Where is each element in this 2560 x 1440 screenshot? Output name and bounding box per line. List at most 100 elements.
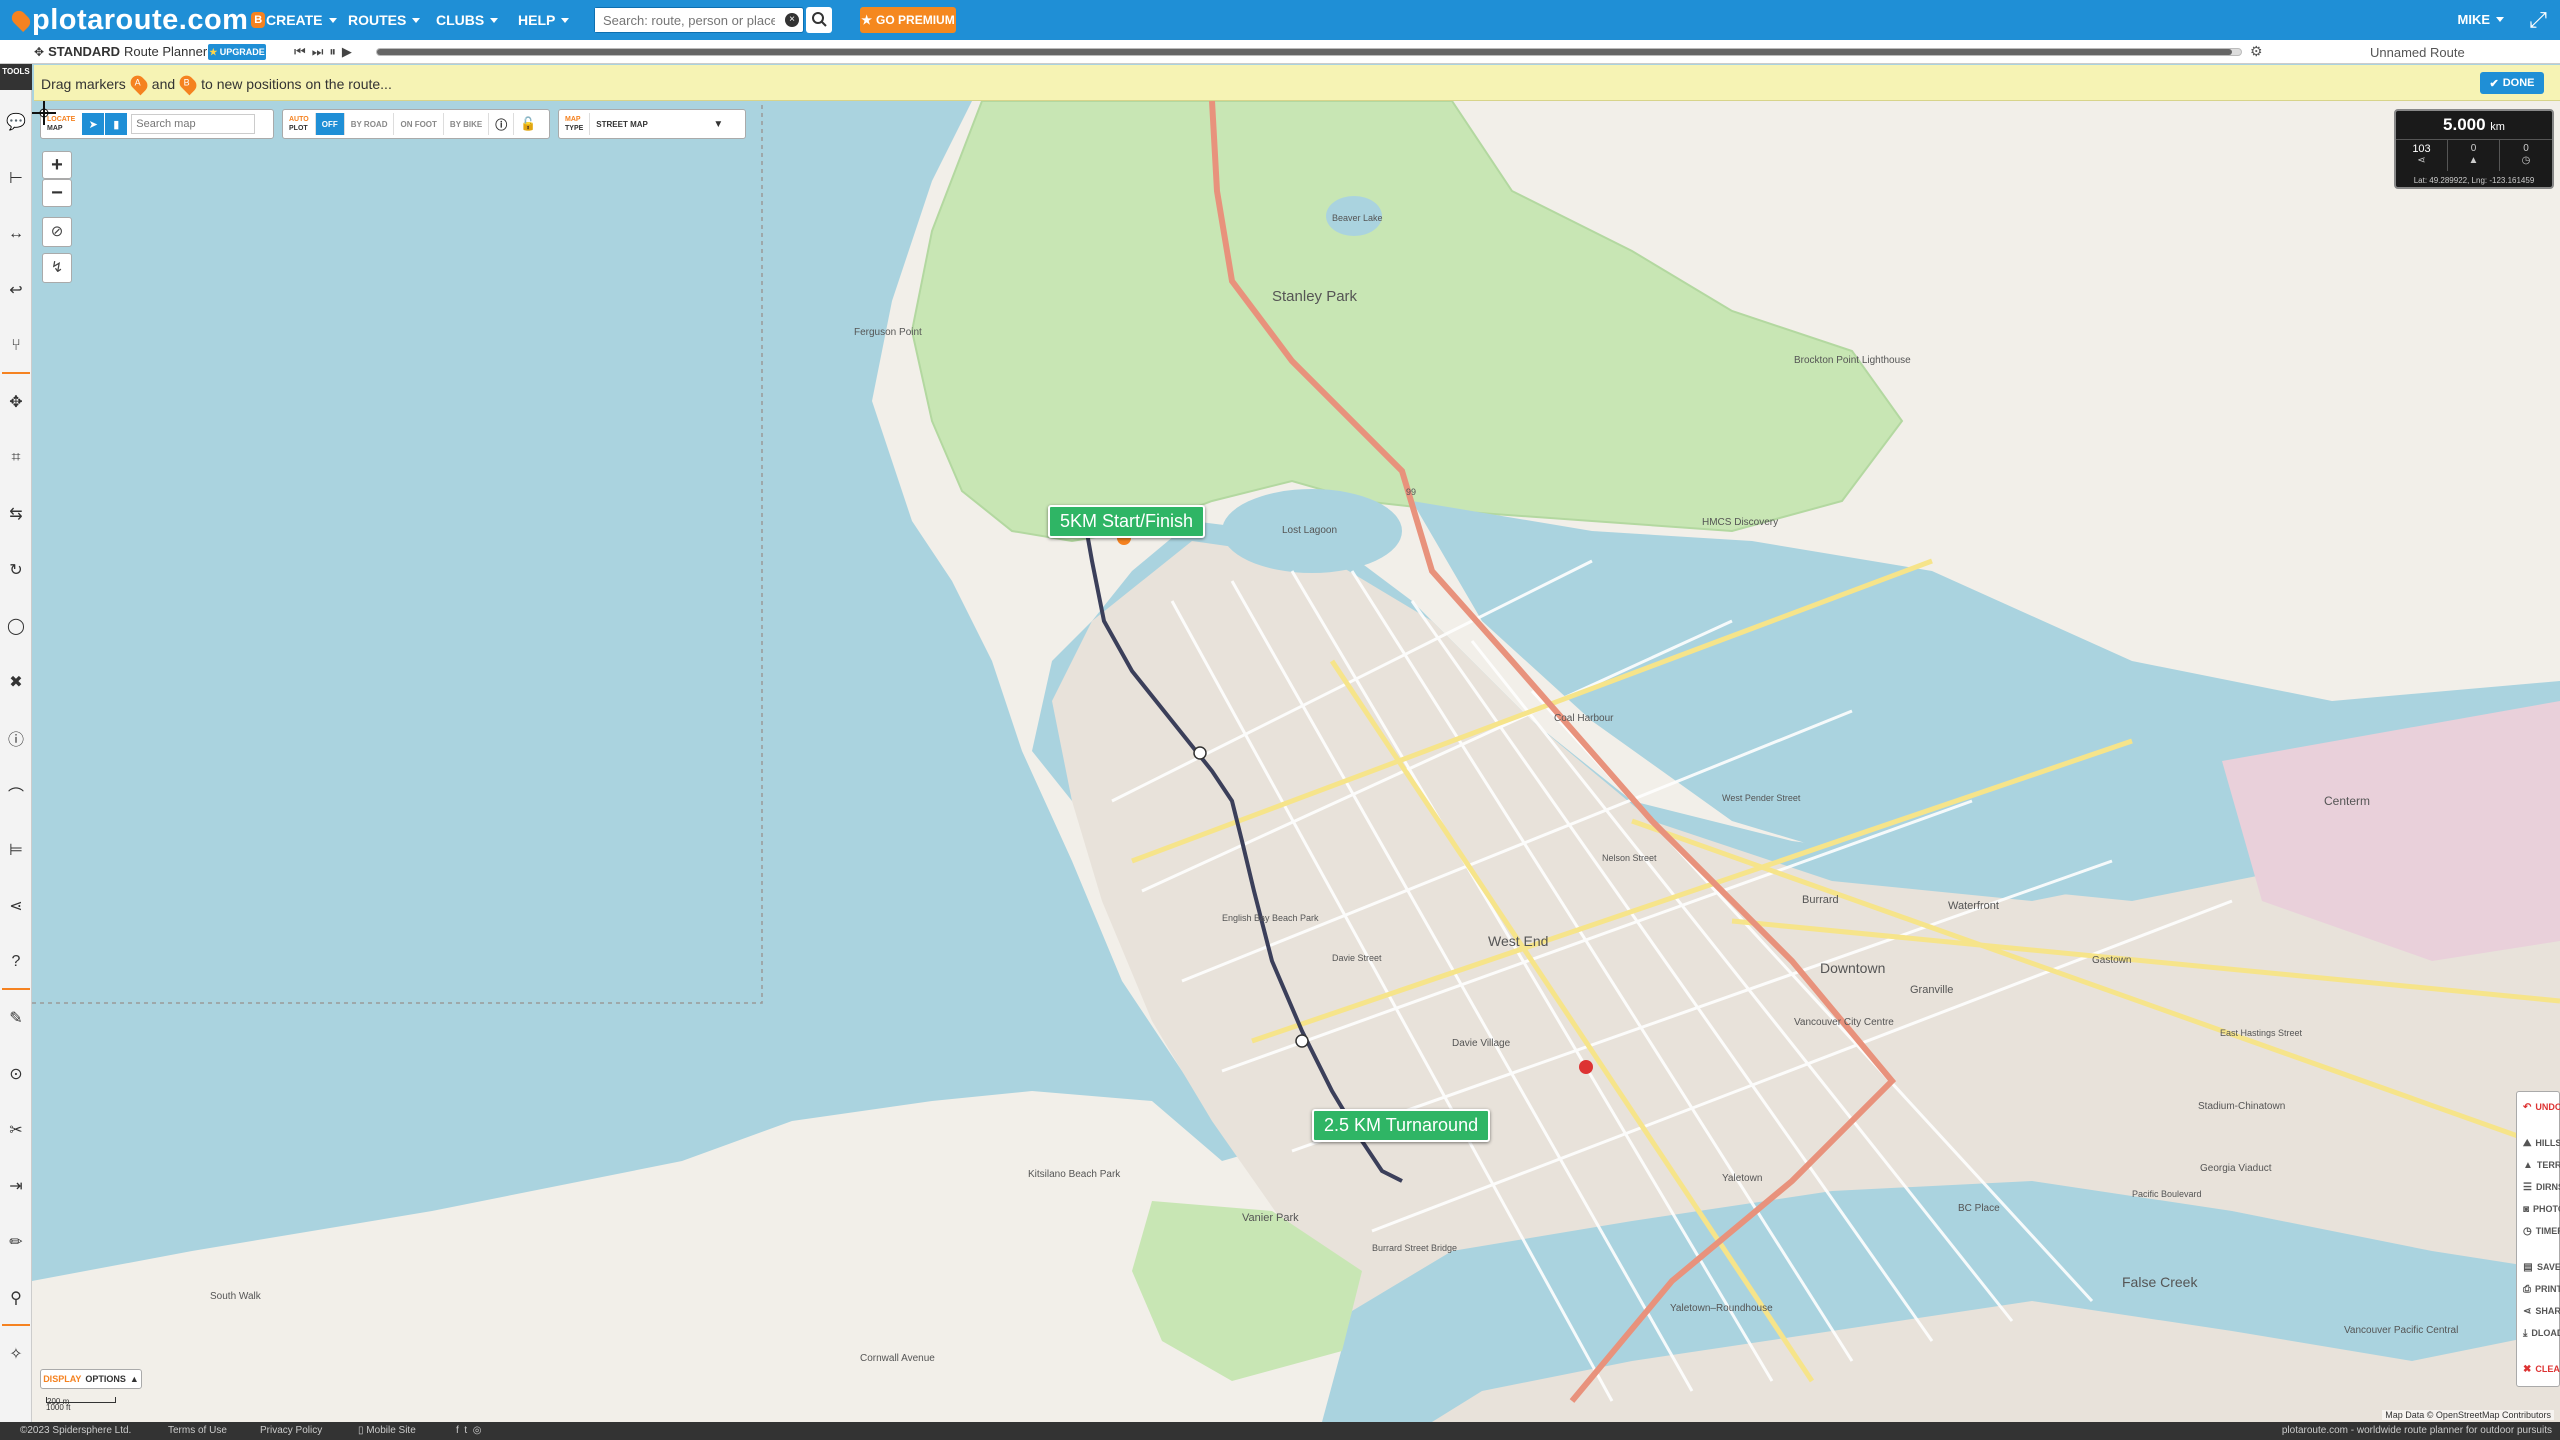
- logo[interactable]: plotaroute.com B: [8, 4, 266, 36]
- crop-icon[interactable]: ⌗: [0, 440, 32, 476]
- map-canvas[interactable]: Stanley Park Ferguson Point Beaver Lake …: [32, 101, 2560, 1422]
- share-icon[interactable]: ⋖: [0, 888, 32, 924]
- loop-icon[interactable]: ↻: [0, 552, 32, 588]
- label-brockton: Brockton Point Lighthouse: [1794, 355, 1911, 366]
- bookmark-icon[interactable]: ▮: [105, 113, 128, 135]
- done-button[interactable]: ✔ DONE: [2480, 72, 2544, 94]
- zoom-in-button[interactable]: +: [42, 151, 72, 179]
- autoplot-off[interactable]: OFF: [314, 113, 344, 135]
- scale-bar: 200 m 1000 ft: [46, 1397, 136, 1417]
- bridge-icon[interactable]: ⌒: [0, 776, 32, 812]
- action-dload[interactable]: ⤓DLOAD: [2517, 1322, 2560, 1344]
- map-attribution[interactable]: Map Data © OpenStreetMap Contributors: [2382, 1410, 2554, 1420]
- caret-down-icon: ▼: [713, 118, 724, 130]
- pause-icon[interactable]: ⏸: [329, 44, 336, 60]
- autoplot-by-bike[interactable]: BY BIKE: [442, 113, 488, 135]
- zoom-out-button[interactable]: −: [42, 179, 72, 207]
- action-share[interactable]: ⋖SHARE: [2517, 1300, 2560, 1322]
- stat-time[interactable]: 0 ◷: [2500, 139, 2552, 171]
- span-icon[interactable]: ⊨: [0, 832, 32, 868]
- location-icon[interactable]: ⊙: [0, 1056, 32, 1092]
- map-type-control: MAP TYPE STREET MAP ▼: [558, 109, 746, 139]
- pin-icon[interactable]: ⚲: [0, 1280, 32, 1316]
- move-icon[interactable]: ✥: [0, 384, 32, 420]
- route-edit-icon[interactable]: ↯: [42, 253, 72, 283]
- action-photos[interactable]: ◙PHOTOS: [2517, 1198, 2560, 1220]
- twitter-icon[interactable]: t: [464, 1425, 467, 1436]
- search-icon: [812, 12, 827, 27]
- action-hills[interactable]: ⛰ HILLS: [2517, 1132, 2560, 1154]
- menu-create[interactable]: CREATE: [266, 12, 337, 28]
- action-timer[interactable]: ◷TIMER: [2517, 1220, 2560, 1242]
- autoplot-by-road[interactable]: BY ROAD: [343, 113, 394, 135]
- instagram-icon[interactable]: ◎: [473, 1425, 482, 1436]
- menu-clubs[interactable]: CLUBS: [436, 12, 499, 28]
- star-icon: ★: [861, 13, 873, 27]
- footer-privacy-link[interactable]: Privacy Policy: [260, 1425, 322, 1436]
- line-icon[interactable]: ↔: [0, 216, 32, 252]
- step-forward-icon[interactable]: ⏭: [312, 44, 324, 60]
- wand-icon[interactable]: ✧: [0, 1336, 32, 1372]
- km-marker-2[interactable]: [1295, 1034, 1309, 1048]
- help-icon[interactable]: ?: [0, 944, 32, 980]
- comment-icon[interactable]: 💬: [0, 104, 32, 140]
- site-search-input[interactable]: [595, 8, 775, 32]
- circle-route-icon[interactable]: ◯: [0, 608, 32, 644]
- action-print[interactable]: ⎙ PRINT: [2517, 1278, 2560, 1300]
- edit-icon[interactable]: ✏: [0, 1224, 32, 1260]
- label-highway-99: 99: [1406, 487, 1416, 497]
- display-options-button[interactable]: DISPLAY OPTIONS ▲: [40, 1369, 142, 1389]
- fullscreen-icon[interactable]: ⤢: [2526, 8, 2550, 32]
- label-west-pender: West Pender Street: [1722, 793, 1801, 803]
- user-menu[interactable]: MIKE: [2458, 12, 2504, 27]
- km-marker-1[interactable]: [1193, 746, 1207, 760]
- info-icon[interactable]: ⓘ: [0, 720, 32, 756]
- gear-icon[interactable]: ⚙: [2250, 43, 2263, 60]
- upgrade-button[interactable]: ★ UPGRADE: [208, 44, 266, 60]
- menu-routes[interactable]: ROUTES: [348, 12, 421, 28]
- stat-points[interactable]: 103 ⋖: [2396, 139, 2448, 171]
- start-finish-label[interactable]: 5KM Start/Finish: [1048, 505, 1206, 538]
- pencil-icon[interactable]: ✎: [0, 1000, 32, 1036]
- action-terrain[interactable]: ▲TERRAIN: [2517, 1154, 2560, 1176]
- delete-point-icon[interactable]: ✖: [0, 664, 32, 700]
- go-premium-button[interactable]: ★ GO PREMIUM: [860, 7, 956, 33]
- route-name[interactable]: Unnamed Route: [2370, 45, 2465, 60]
- hide-route-icon[interactable]: ⊘: [42, 217, 72, 247]
- clear-search-icon[interactable]: ×: [785, 13, 799, 27]
- lock-icon[interactable]: 🔓: [513, 113, 542, 135]
- action-save[interactable]: ▤ SAVE: [2517, 1256, 2560, 1278]
- search-button[interactable]: [806, 7, 832, 33]
- facebook-icon[interactable]: f: [456, 1425, 459, 1436]
- fork-icon[interactable]: ⑂: [0, 328, 32, 364]
- label-waterfront: Waterfront: [1948, 900, 1999, 912]
- locate-map-control: LOCATE MAP ➤ ▮: [40, 109, 274, 139]
- skip-start-icon[interactable]: ⏮: [294, 44, 306, 60]
- scissors-icon[interactable]: ✂: [0, 1112, 32, 1148]
- footer-mobile-link[interactable]: ▯ Mobile Site: [358, 1425, 416, 1436]
- info-icon[interactable]: ⓘ: [488, 113, 513, 135]
- planner-mode[interactable]: ✥ STANDARD Route Planner: [34, 44, 207, 59]
- label-downtown: Downtown: [1820, 960, 1885, 976]
- footer-terms-link[interactable]: Terms of Use: [168, 1425, 227, 1436]
- turnaround-label[interactable]: 2.5 KM Turnaround: [1312, 1109, 1491, 1142]
- swap-icon[interactable]: ⇆: [0, 496, 32, 532]
- playback-timeline[interactable]: [376, 48, 2242, 56]
- menu-help[interactable]: HELP: [518, 12, 570, 28]
- action-undo[interactable]: ↶ UNDO: [2517, 1096, 2560, 1118]
- search-map-input[interactable]: [131, 114, 256, 134]
- back-icon[interactable]: ↩: [0, 272, 32, 308]
- map-type-select[interactable]: STREET MAP ▼: [589, 113, 729, 135]
- join-icon[interactable]: ⇥: [0, 1168, 32, 1204]
- stat-elevation[interactable]: 0 ▲: [2448, 139, 2500, 171]
- undo-icon: ↶: [2523, 1101, 2532, 1113]
- route-start-icon[interactable]: ⊢: [0, 160, 32, 196]
- social-icons[interactable]: f t ◎: [456, 1425, 481, 1436]
- camera-icon: ◙: [2523, 1203, 2530, 1215]
- action-dirns[interactable]: ☰DIRNS: [2517, 1176, 2560, 1198]
- caret-up-icon: ▲: [129, 1374, 139, 1384]
- autoplot-on-foot[interactable]: ON FOOT: [393, 113, 442, 135]
- action-clear[interactable]: ✖CLEAR: [2517, 1358, 2560, 1380]
- play-icon[interactable]: ▶: [342, 44, 352, 60]
- locate-arrow-icon[interactable]: ➤: [82, 113, 105, 135]
